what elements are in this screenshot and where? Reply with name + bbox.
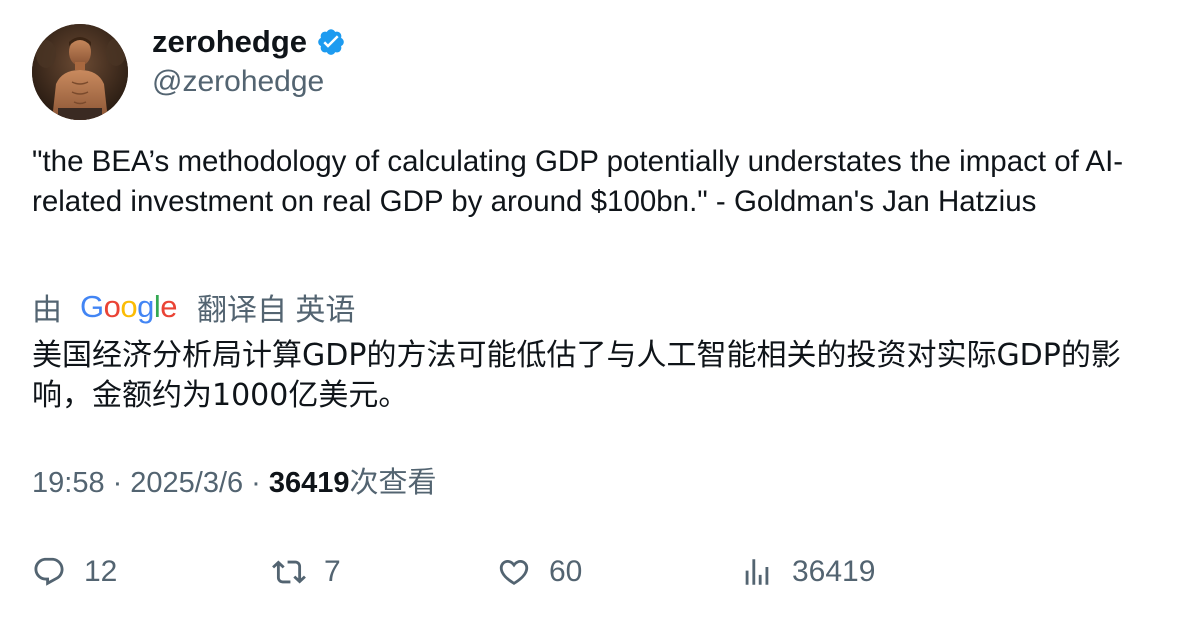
display-name-text[interactable]: zerohedge (152, 22, 307, 62)
retweet-icon (272, 560, 306, 584)
translated-tweet-text: 美国经济分析局计算GDP的方法可能低估了与人工智能相关的投资对实际GDP的影响，… (32, 338, 1121, 413)
translation-attribution: 由 Google 翻译自 英语 (32, 286, 355, 328)
tweet-card: zerohedge @zerohedge "the BEA’s methodol… (0, 0, 1196, 618)
translation-suffix: 翻译自 英语 (197, 294, 356, 327)
views-action-count: 36419 (792, 555, 876, 588)
tweet-text: "the BEA’s methodology of calculating GD… (32, 145, 1124, 218)
author-display-name[interactable]: zerohedge (152, 22, 346, 62)
google-logo: Google (80, 289, 178, 324)
reply-icon (34, 557, 64, 586)
views-count: 36419 (268, 467, 350, 499)
reply-button[interactable]: 12 (32, 550, 117, 594)
action-bar: 12 7 60 36419 (32, 550, 1172, 594)
translation-prefix: 由 (32, 294, 62, 327)
verified-badge-icon[interactable] (316, 27, 346, 57)
views-chart-icon (745, 559, 769, 585)
like-count: 60 (549, 555, 583, 588)
heart-icon (499, 559, 529, 585)
avatar-photo-icon (32, 24, 128, 120)
tweet-meta: 19:58 · 2025/3/6 · 36419 次查看 (32, 463, 436, 503)
reply-count: 12 (84, 555, 118, 588)
author-handle[interactable]: @zerohedge (152, 62, 324, 102)
like-button[interactable]: 60 (497, 550, 582, 594)
views-label: 次查看 (349, 467, 437, 499)
tweet-date[interactable]: 2025/3/6 (130, 463, 243, 503)
retweet-count: 7 (324, 555, 341, 588)
avatar[interactable] (32, 24, 128, 120)
views-button[interactable]: 36419 (740, 550, 875, 594)
tweet-time[interactable]: 19:58 (32, 463, 105, 503)
retweet-button[interactable]: 7 (272, 550, 341, 594)
meta-separator: · (251, 467, 261, 499)
meta-separator: · (112, 467, 123, 499)
